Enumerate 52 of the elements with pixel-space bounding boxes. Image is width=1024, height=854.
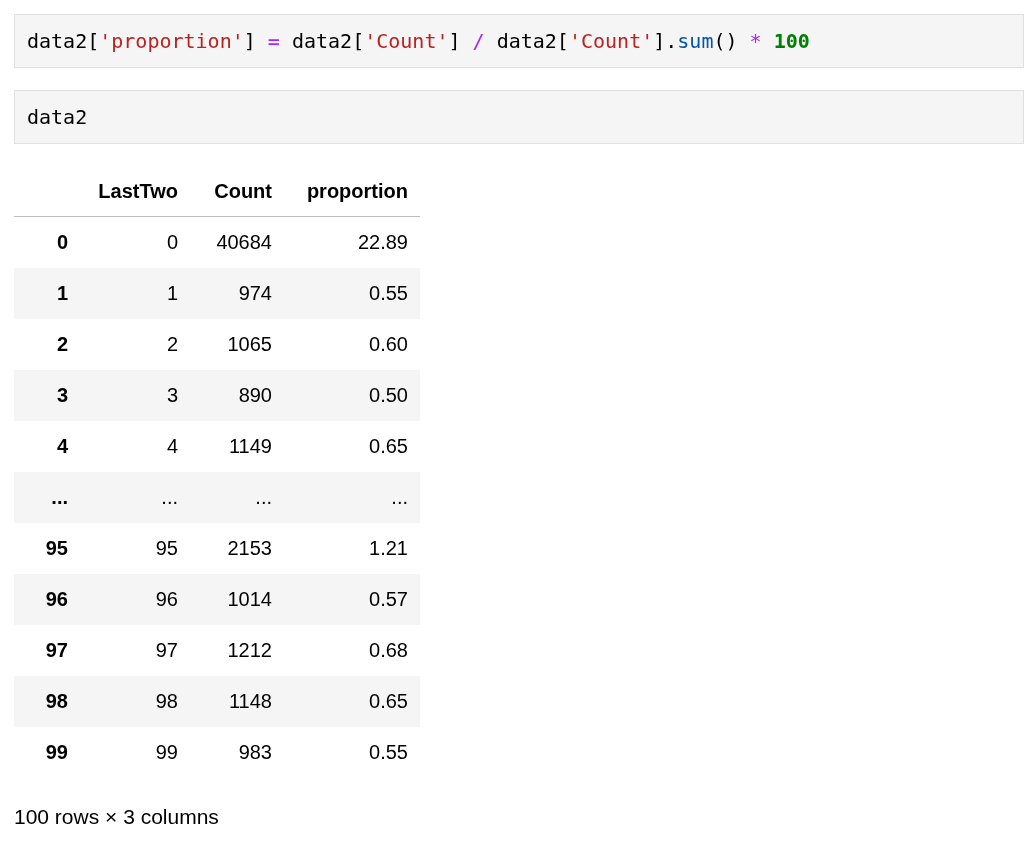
table-cell: 1.21 [284, 523, 420, 574]
table-cell: 2153 [190, 523, 284, 574]
column-header: proportion [284, 166, 420, 217]
column-header: LastTwo [80, 166, 190, 217]
table-cell: 3 [80, 370, 190, 421]
row-index: 4 [14, 421, 80, 472]
row-index: 98 [14, 676, 80, 727]
table-cell: 890 [190, 370, 284, 421]
table-cell: 95 [80, 523, 190, 574]
table-cell: 0.55 [284, 727, 420, 778]
table-cell: 974 [190, 268, 284, 319]
table-cell: 0.60 [284, 319, 420, 370]
table-cell: 97 [80, 625, 190, 676]
table-cell: 0.55 [284, 268, 420, 319]
table-cell: 0.50 [284, 370, 420, 421]
code-line: data2 [27, 105, 88, 129]
code-cell[interactable]: data2['proportion'] = data2['Count'] / data2['Count'].sum() * 100 [14, 14, 1024, 68]
table-cell: 983 [190, 727, 284, 778]
table-cell: 1065 [190, 319, 284, 370]
table-cell: 99 [80, 727, 190, 778]
table-cell: 40684 [190, 216, 284, 268]
table-shape-text: 100 rows × 3 columns [14, 804, 220, 830]
table-cell: 1149 [190, 421, 284, 472]
row-index: 2 [14, 319, 80, 370]
table-cell: 2 [80, 319, 190, 370]
table-cell: 0 [80, 216, 190, 268]
table-cell: 0.68 [284, 625, 420, 676]
table-cell: ... [80, 472, 190, 523]
table-cell: 4 [80, 421, 190, 472]
table-cell: ... [190, 472, 284, 523]
table-cell: 0.65 [284, 421, 420, 472]
table-cell: 96 [80, 574, 190, 625]
table-cell: 0.57 [284, 574, 420, 625]
row-index: ... [14, 472, 80, 523]
table-cell: 1 [80, 268, 190, 319]
table-cell: 1212 [190, 625, 284, 676]
table-cell: 1014 [190, 574, 284, 625]
row-index: 3 [14, 370, 80, 421]
table-cell: ... [284, 472, 420, 523]
table-cell: 22.89 [284, 216, 420, 268]
row-index: 99 [14, 727, 80, 778]
code-line: data2['proportion'] = data2['Count'] / data2['Count'].sum() * 100 [27, 29, 810, 53]
column-header: Count [190, 166, 284, 217]
row-index: 1 [14, 268, 80, 319]
row-index: 97 [14, 625, 80, 676]
row-index: 96 [14, 574, 80, 625]
table-cell: 0.65 [284, 676, 420, 727]
table-cell: 1148 [190, 676, 284, 727]
table-cell: 98 [80, 676, 190, 727]
row-index: 0 [14, 216, 80, 268]
code-cell[interactable]: data2 [14, 90, 1024, 144]
row-index: 95 [14, 523, 80, 574]
